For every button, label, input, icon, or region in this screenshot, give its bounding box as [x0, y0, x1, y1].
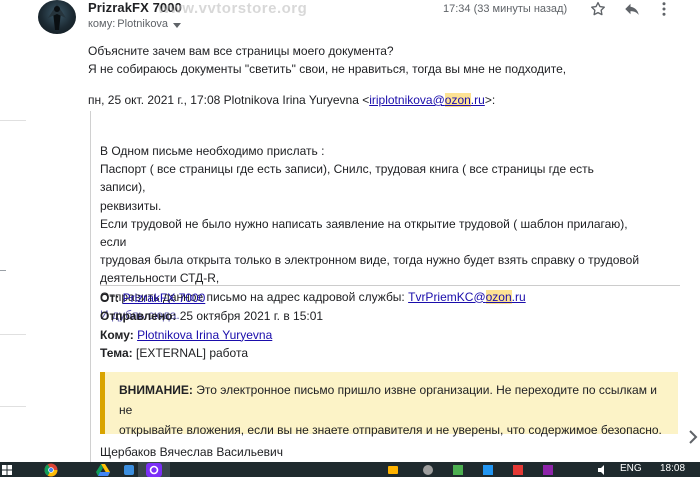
quoted-line: реквизиты. [100, 198, 162, 213]
taskbar-clock[interactable]: 18:08 [660, 463, 685, 474]
email-tld: .ru [511, 289, 526, 304]
warning-line-1: ВНИМАНИЕ: Это электронное письмо пришло … [119, 380, 664, 420]
message-timestamp: 17:34 (33 минуты назад) [443, 3, 568, 15]
meta-from-label: От: [100, 291, 120, 305]
meta-subject-value: [EXTERNAL] работа [135, 345, 249, 360]
meta-to: Кому: Plotnikova Irina Yuryevna [100, 326, 323, 344]
taskbar-app-icon[interactable] [385, 462, 401, 477]
meta-sent-value: 25 октября 2021 г. в 15:01 [179, 309, 324, 324]
body-line: Я не собираюсь документы "светить" свои,… [88, 62, 567, 76]
email-domain-highlight: ozon [485, 289, 512, 304]
forwarded-meta: От: PrizrakFX 7000 Отправлено: 25 октябр… [100, 289, 323, 362]
meta-from: От: PrizrakFX 7000 [100, 289, 323, 307]
rail-divider [0, 406, 26, 407]
warning-text: Это электронное письмо пришло извне орга… [119, 383, 657, 417]
google-drive-icon[interactable] [90, 462, 116, 477]
quoted-line: Если трудовой не было нужно написать зая… [100, 216, 628, 250]
meta-sent-label: Отправлено: [100, 309, 177, 324]
body-line: Объясните зачем вам все страницы моего д… [88, 44, 394, 58]
email-user: TvrPriemKC@ [408, 289, 486, 304]
quoted-line: трудовая была открыта только в электронн… [100, 253, 640, 268]
meta-subject: Тема: [EXTERNAL] работа [100, 344, 323, 362]
chrome-icon[interactable] [36, 462, 66, 477]
quote-divider [100, 285, 680, 286]
taskbar-app-icon[interactable] [540, 462, 556, 477]
quoted-message: В Одном письме необходимо прислать : Пас… [90, 111, 700, 462]
sender-avatar[interactable] [38, 0, 76, 34]
quote-sender-email-link[interactable]: iriplotnikova@ozon.ru [369, 93, 485, 107]
rail-divider [0, 334, 26, 335]
hr-email-link[interactable]: TvrPriemKC@ozon.ru [408, 289, 526, 304]
quoted-line: В Одном письме необходимо прислать : [100, 144, 325, 158]
taskbar-app-icon[interactable] [450, 462, 466, 477]
external-warning-banner: ВНИМАНИЕ: Это электронное письмо пришло … [100, 372, 678, 437]
quote-attribution: пн, 25 окт. 2021 г., 17:08 Plotnikova Ir… [88, 93, 495, 107]
left-rail [0, 0, 26, 462]
meta-to-label: Кому: [100, 327, 134, 342]
app-icon[interactable] [120, 462, 138, 477]
email-tld: .ru [470, 93, 485, 107]
meta-sent: Отправлено: 25 октября 2021 г. в 15:01 [100, 307, 323, 325]
input-language[interactable]: ENG [620, 463, 642, 474]
warning-title: ВНИМАНИЕ: [119, 383, 193, 397]
taskbar-app-icon[interactable] [480, 462, 496, 477]
chevron-down-icon[interactable] [173, 22, 182, 28]
meta-subject-label: Тема: [100, 345, 133, 360]
signature: Щербаков Вячеслав Васильевич [100, 445, 283, 459]
rail-tick [0, 270, 6, 271]
to-name: Plotnikova [117, 18, 169, 30]
message-body: Объясните зачем вам все страницы моего д… [88, 42, 566, 78]
email-domain-highlight: ozon [444, 93, 471, 107]
recipient-line[interactable]: кому: Plotnikova [88, 18, 182, 30]
windows-start-icon[interactable] [0, 462, 14, 477]
quote-attribution-prefix: пн, 25 окт. 2021 г., 17:08 Plotnikova Ir… [88, 93, 370, 107]
watermark: www.vvtorstore.org [158, 0, 308, 17]
os-taskbar: ENG 18:08 [0, 462, 700, 477]
quoted-line: Паспорт ( все страницы где есть записи),… [100, 162, 594, 195]
warning-line-2: открывайте вложения, если вы не знаете о… [119, 423, 662, 437]
rail-divider [0, 120, 26, 121]
yandex-icon[interactable] [138, 462, 170, 477]
to-prefix: кому: [88, 18, 116, 30]
more-vert-icon[interactable] [654, 0, 674, 18]
meta-to-link[interactable]: Plotnikova Irina Yuryevna [137, 328, 272, 342]
taskbar-app-icon[interactable] [510, 462, 526, 477]
quote-attribution-suffix: >: [484, 93, 496, 107]
meta-from-link[interactable]: PrizrakFX 7000 [123, 291, 206, 305]
chevron-right-icon[interactable] [686, 428, 700, 446]
star-icon[interactable] [588, 0, 608, 18]
speaker-icon[interactable] [595, 462, 611, 477]
reply-icon[interactable] [622, 0, 642, 18]
taskbar-app-icon[interactable] [420, 462, 436, 477]
email-user: iriplotnikova@ [369, 93, 445, 107]
